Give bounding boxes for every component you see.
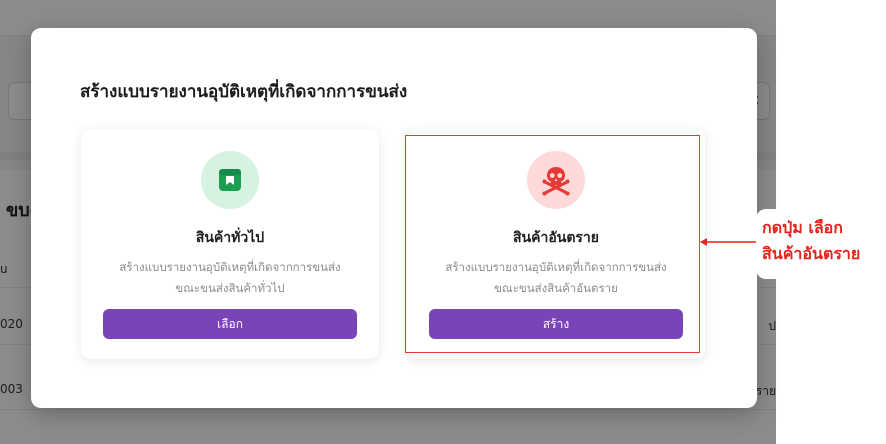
create-report-modal: สร้างแบบรายงานอุบัติเหตุที่เกิดจากการขนส… (31, 28, 757, 408)
option-title: สินค้าทั่วไป (195, 230, 265, 246)
skull-crossbones-icon (527, 151, 585, 209)
option-card-dangerous-goods[interactable]: สินค้าอันตราย สร้างแบบรายงานอุบัติเหตุที… (407, 129, 705, 359)
annotation-line: สินค้าอันตราย (762, 244, 861, 263)
annotation-label: กดปุ่ม เลือก สินค้าอันตราย (756, 209, 886, 279)
annotation-arrow-icon (700, 238, 756, 246)
option-card-general-goods[interactable]: สินค้าทั่วไป สร้างแบบรายงานอุบัติเหตุที่… (81, 129, 379, 359)
option-description-line: สร้างแบบรายงานอุบัติเหตุที่เกิดจากการขนส… (445, 260, 667, 274)
option-title: สินค้าอันตราย (513, 230, 599, 246)
annotation-line: กดปุ่ม เลือก (762, 218, 843, 237)
option-description-line: ขณะขนส่งสินค้าอันตราย (494, 281, 618, 295)
option-description: สร้างแบบรายงานอุบัติเหตุที่เกิดจากการขนส… (95, 257, 365, 299)
modal-title: สร้างแบบรายงานอุบัติเหตุที่เกิดจากการขนส… (80, 82, 408, 102)
create-dangerous-goods-button[interactable]: สร้าง (429, 309, 683, 339)
option-description-line: สร้างแบบรายงานอุบัติเหตุที่เกิดจากการขนส… (119, 260, 341, 274)
option-description-line: ขณะขนส่งสินค้าทั่วไป (175, 281, 285, 295)
option-description: สร้างแบบรายงานอุบัติเหตุที่เกิดจากการขนส… (421, 257, 691, 299)
box-icon (201, 151, 259, 209)
select-general-goods-button[interactable]: เลือก (103, 309, 357, 339)
